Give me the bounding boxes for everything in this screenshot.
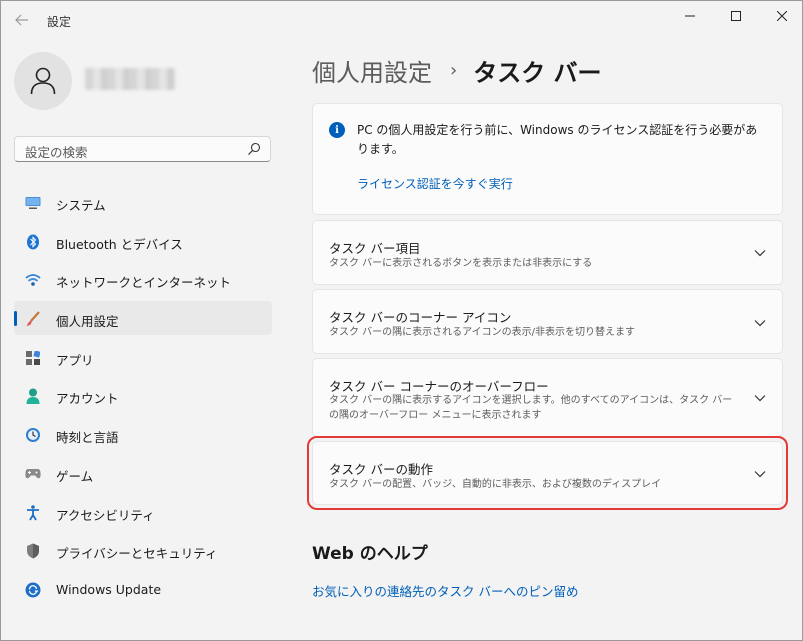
back-arrow-icon — [15, 14, 28, 26]
card-taskbar-behaviors[interactable]: タスク バーの動作 タスク バーの配置、バッジ、自動的に非表示、および複数のディ… — [307, 436, 788, 510]
search-placeholder: 設定の検索 — [25, 145, 88, 160]
sidebar-item-label: システム — [56, 198, 106, 213]
help-section-title: Web のヘルプ — [312, 544, 428, 564]
card-title: タスク バー項目 — [329, 241, 421, 256]
close-icon — [777, 11, 787, 21]
user-name-redacted — [85, 68, 175, 90]
card-description: タスク バーの隅に表示されるアイコンの表示/非表示を切り替えます — [329, 327, 636, 338]
chevron-down-icon — [754, 395, 766, 402]
minimize-icon — [685, 15, 695, 17]
bluetooth-icon — [25, 234, 41, 250]
avatar[interactable] — [14, 52, 72, 110]
sidebar-item-label: プライバシーとセキュリティ — [56, 546, 218, 562]
card-taskbar-corner-icons[interactable]: タスク バーのコーナー アイコン タスク バーの隅に表示されるアイコンの表示/非… — [312, 289, 783, 354]
breadcrumb: 個人用設定 › タスク バー — [312, 53, 602, 88]
maximize-icon — [731, 11, 741, 21]
sidebar-item-apps[interactable]: アプリ — [14, 340, 272, 374]
sidebar-item-accessibility[interactable]: アクセシビリティ — [14, 495, 272, 529]
sidebar-item-label: アプリ — [56, 352, 94, 368]
card-description: タスク バーの配置、バッジ、自動的に非表示、および複数のディスプレイ — [329, 479, 662, 490]
card-title: タスク バーの動作 — [329, 462, 433, 477]
monitor-icon — [25, 195, 41, 211]
accessibility-icon — [25, 504, 41, 521]
help-link-pin-contacts[interactable]: お気に入りの連絡先のタスク バーへのピン留め — [312, 581, 578, 600]
sidebar-nav: システム Bluetooth とデバイス ネットワークとインターネット 個人用設… — [14, 185, 272, 611]
sidebar-item-gaming[interactable]: ゲーム — [14, 456, 272, 490]
maximize-button[interactable] — [713, 1, 759, 31]
breadcrumb-separator: › — [450, 60, 458, 81]
chevron-down-icon — [754, 320, 766, 327]
sidebar-item-system[interactable]: システム — [14, 185, 272, 219]
activate-now-link[interactable]: ライセンス認証を今すぐ実行 — [357, 175, 513, 192]
person-icon — [25, 388, 41, 405]
back-button[interactable] — [9, 7, 35, 33]
chevron-down-icon — [754, 250, 766, 257]
close-button[interactable] — [759, 1, 802, 31]
wifi-icon — [25, 272, 41, 288]
title-bar: 設定 — [1, 1, 802, 41]
sidebar-item-network[interactable]: ネットワークとインターネット — [14, 262, 272, 296]
search-icon — [248, 142, 261, 155]
card-taskbar-items[interactable]: タスク バー項目 タスク バーに表示されるボタンを表示または非表示にする — [312, 220, 783, 285]
search-input[interactable]: 設定の検索 — [14, 136, 271, 162]
card-description: タスク バーの隅に表示するアイコンを選択します。他のすべてのアイコンは、タスク … — [329, 395, 733, 421]
window-title: 設定 — [47, 15, 72, 29]
activation-notice: i PC の個人用設定を行う前に、Windows のライセンス認証を行う必要があ… — [312, 103, 783, 215]
minimize-button[interactable] — [667, 1, 713, 31]
sidebar-item-label: Bluetooth とデバイス — [56, 236, 183, 252]
sidebar-item-label: 時刻と言語 — [56, 430, 119, 446]
card-title: タスク バーのコーナー アイコン — [329, 310, 512, 325]
sidebar-item-label: ゲーム — [56, 468, 94, 484]
clock-globe-icon — [25, 427, 41, 443]
gamepad-icon — [25, 466, 41, 482]
card-description: タスク バーに表示されるボタンを表示または非表示にする — [329, 258, 593, 269]
sidebar-item-windows-update[interactable]: Windows Update — [14, 572, 272, 606]
shield-icon — [25, 543, 41, 559]
card-taskbar-corner-overflow[interactable]: タスク バー コーナーのオーバーフロー タスク バーの隅に表示するアイコンを選択… — [312, 358, 783, 437]
settings-window: 設定 設定の検索 システム Bluetooth とデバイス ネットワークとインタ… — [0, 0, 803, 641]
sidebar-item-label: ネットワークとインターネット — [56, 275, 232, 291]
active-indicator — [14, 311, 17, 327]
chevron-down-icon — [754, 471, 766, 478]
sidebar-item-privacy[interactable]: プライバシーとセキュリティ — [14, 533, 272, 567]
sidebar-item-bluetooth[interactable]: Bluetooth とデバイス — [14, 224, 272, 258]
sidebar-item-accounts[interactable]: アカウント — [14, 378, 272, 412]
brush-icon — [25, 311, 41, 327]
notice-text: PC の個人用設定を行う前に、Windows のライセンス認証を行う必要がありま… — [357, 123, 758, 156]
sidebar-item-time-language[interactable]: 時刻と言語 — [14, 417, 272, 451]
sidebar-item-label: アカウント — [56, 391, 119, 407]
info-icon: i — [329, 122, 345, 138]
page-title: タスク バー — [473, 59, 602, 87]
sidebar-item-label: Windows Update — [56, 581, 162, 597]
sidebar-item-personalization[interactable]: 個人用設定 — [14, 301, 272, 336]
sidebar-item-label: アクセシビリティ — [56, 507, 155, 523]
update-icon — [25, 582, 41, 598]
apps-icon — [25, 350, 41, 366]
sidebar-item-label: 個人用設定 — [56, 314, 119, 330]
breadcrumb-parent[interactable]: 個人用設定 — [312, 53, 432, 88]
user-icon — [30, 67, 56, 95]
